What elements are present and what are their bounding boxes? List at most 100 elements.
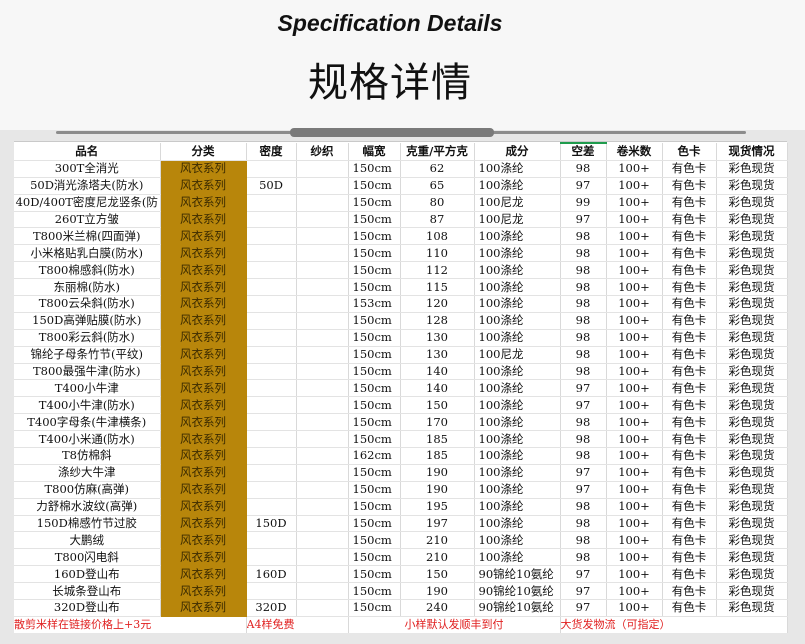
cell-yarn-count <box>296 582 349 601</box>
cell-density: 50D <box>246 177 297 195</box>
cell-roll-meters: 100+ <box>606 515 663 533</box>
cell-roll-meters: 100+ <box>606 413 663 432</box>
cell-product-name: 160D登山布 <box>14 565 161 584</box>
cell-width: 150cm <box>348 346 401 364</box>
cell-tolerance: 98 <box>560 430 607 449</box>
cell-category: 风衣系列 <box>160 599 247 617</box>
column-header-roll-meters: 卷米数 <box>606 143 663 161</box>
cell-weight: 130 <box>400 346 475 364</box>
cell-composition: 100涤纶 <box>474 464 561 482</box>
cell-composition: 100涤纶 <box>474 430 561 449</box>
cell-density <box>246 295 297 313</box>
cell-category: 风衣系列 <box>160 244 247 263</box>
cell-stock-status: 彩色现货 <box>716 160 788 178</box>
scroll-thumb[interactable] <box>290 128 494 137</box>
cell-weight: 185 <box>400 430 475 449</box>
cell-tolerance: 98 <box>560 160 607 178</box>
cell-composition: 100涤纶 <box>474 548 561 567</box>
cell-weight: 190 <box>400 582 475 601</box>
table-row: T800最强牛津(防水) 风衣系列 150cm 140 100涤纶 98 100+ 有色卡 彩色… <box>14 363 788 381</box>
cell-category: 风衣系列 <box>160 481 247 499</box>
cell-width: 150cm <box>348 244 401 263</box>
cell-category: 风衣系列 <box>160 177 247 195</box>
cell-yarn-count <box>296 278 349 297</box>
cell-roll-meters: 100+ <box>606 430 663 449</box>
cell-tolerance: 98 <box>560 413 607 432</box>
cell-roll-meters: 100+ <box>606 464 663 482</box>
table-row: 50D消光涤塔夫(防水) 风衣系列 50D 150cm 65 100涤纶 97 100+ 有色卡… <box>14 177 788 195</box>
table-row: 涤纱大牛津 风衣系列 150cm 190 100涤纶 97 100+ 有色卡 彩色现货 <box>14 464 788 482</box>
cell-yarn-count <box>296 363 349 381</box>
table-row: 40D/400T密度尼龙竖条(防 风衣系列 150cm 80 100尼龙 99 100+ 有色… <box>14 194 788 212</box>
cell-product-name: T800仿麻(高弹) <box>14 481 161 499</box>
column-header-composition: 成分 <box>474 143 561 161</box>
cell-density <box>246 261 297 280</box>
cell-width: 150cm <box>348 582 401 601</box>
cell-weight: 110 <box>400 244 475 263</box>
cell-product-name: 320D登山布 <box>14 599 161 617</box>
cell-composition: 100涤纶 <box>474 413 561 432</box>
table-header-row: 品名 分类 密度 纱织 幅宽 克重/平方克 成分 空差 卷米数 色卡 现货情况 <box>14 141 788 161</box>
cell-composition: 100涤纶 <box>474 363 561 381</box>
cell-weight: 65 <box>400 177 475 195</box>
cell-color-card: 有色卡 <box>662 160 717 178</box>
table-row: 150D棉感竹节过胶 风衣系列 150D 150cm 197 100涤纶 98 100+ 有色卡… <box>14 515 788 533</box>
cell-width: 150cm <box>348 261 401 280</box>
cell-yarn-count <box>296 396 349 415</box>
cell-yarn-count <box>296 211 349 229</box>
cell-width: 150cm <box>348 227 401 246</box>
cell-color-card: 有色卡 <box>662 599 717 617</box>
cell-weight: 112 <box>400 261 475 280</box>
cell-color-card: 有色卡 <box>662 278 717 297</box>
cell-category: 风衣系列 <box>160 312 247 330</box>
cell-density <box>246 346 297 364</box>
cell-stock-status: 彩色现货 <box>716 295 788 313</box>
cell-composition: 90锦纶10氨纶 <box>474 599 561 617</box>
cell-width: 150cm <box>348 363 401 381</box>
cell-density <box>246 548 297 567</box>
note-a4-sample: A4样免费 <box>246 616 349 633</box>
cell-tolerance: 98 <box>560 312 607 330</box>
cell-density: 150D <box>246 515 297 533</box>
cell-weight: 108 <box>400 227 475 246</box>
cell-product-name: 大鹏绒 <box>14 531 161 550</box>
cell-weight: 240 <box>400 599 475 617</box>
cell-width: 150cm <box>348 396 401 415</box>
cell-category: 风衣系列 <box>160 160 247 178</box>
cell-yarn-count <box>296 312 349 330</box>
cell-product-name: 小米格贴乳白膜(防水) <box>14 244 161 263</box>
cell-product-name: T400小牛津(防水) <box>14 396 161 415</box>
cell-yarn-count <box>296 498 349 516</box>
cell-yarn-count <box>296 565 349 584</box>
cell-weight: 140 <box>400 379 475 398</box>
cell-composition: 100涤纶 <box>474 227 561 246</box>
cell-roll-meters: 100+ <box>606 227 663 246</box>
cell-category: 风衣系列 <box>160 295 247 313</box>
cell-category: 风衣系列 <box>160 194 247 212</box>
cell-stock-status: 彩色现货 <box>716 363 788 381</box>
cell-width: 150cm <box>348 464 401 482</box>
cell-composition: 100涤纶 <box>474 396 561 415</box>
cell-stock-status: 彩色现货 <box>716 430 788 449</box>
cell-color-card: 有色卡 <box>662 498 717 516</box>
cell-stock-status: 彩色现货 <box>716 515 788 533</box>
cell-density <box>246 379 297 398</box>
table-row: 小米格贴乳白膜(防水) 风衣系列 150cm 110 100涤纶 98 100+ 有色卡 彩色现… <box>14 244 788 263</box>
cell-category: 风衣系列 <box>160 379 247 398</box>
cell-yarn-count <box>296 379 349 398</box>
cell-composition: 100涤纶 <box>474 261 561 280</box>
cell-density <box>246 244 297 263</box>
cell-width: 162cm <box>348 447 401 465</box>
cell-density <box>246 329 297 347</box>
cell-width: 150cm <box>348 565 401 584</box>
cell-weight: 190 <box>400 481 475 499</box>
cell-weight: 115 <box>400 278 475 297</box>
cell-product-name: 长城条登山布 <box>14 582 161 601</box>
table-row: T800彩云斜(防水) 风衣系列 150cm 130 100涤纶 98 100+ 有色卡 彩色现… <box>14 329 788 347</box>
title-chinese: 规格详情 <box>308 60 472 106</box>
cell-roll-meters: 100+ <box>606 346 663 364</box>
cell-category: 风衣系列 <box>160 211 247 229</box>
cell-weight: 210 <box>400 531 475 550</box>
note-price: 散剪米样在链接价格上+3元 <box>14 616 247 633</box>
cell-stock-status: 彩色现货 <box>716 379 788 398</box>
